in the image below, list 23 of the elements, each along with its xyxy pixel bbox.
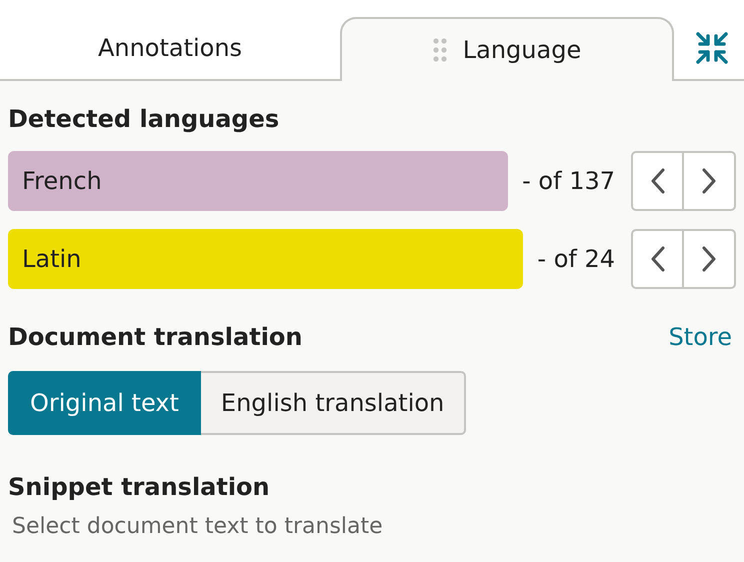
match-count: - of 137 <box>522 166 615 197</box>
collapse-icon[interactable] <box>694 30 730 66</box>
next-button[interactable] <box>684 151 736 211</box>
chevron-right-icon <box>702 246 716 272</box>
input-field[interactable]: Select document text to translate <box>12 511 432 541</box>
tab[interactable]: Annotations <box>0 17 340 79</box>
next-button[interactable] <box>684 229 736 289</box>
chevron-left-icon <box>650 246 664 272</box>
tab[interactable]: Language <box>340 17 674 81</box>
store-link[interactable]: Store <box>668 319 732 355</box>
match-count: - of 24 <box>537 244 615 275</box>
language-bar[interactable]: French <box>8 151 508 211</box>
segment-button[interactable]: Original text <box>8 371 201 435</box>
previous-button[interactable] <box>631 229 684 289</box>
segment-button[interactable]: English translation <box>200 371 466 435</box>
section-heading: Document translation <box>8 322 302 353</box>
section-heading: Detected languages <box>8 104 280 135</box>
drag-handle-icon <box>432 38 447 62</box>
language-bar[interactable]: Latin <box>8 229 524 289</box>
chevron-right-icon <box>702 168 716 194</box>
chevron-left-icon <box>650 168 664 194</box>
previous-button[interactable] <box>631 151 684 211</box>
section-heading: Snippet translation <box>8 472 271 503</box>
